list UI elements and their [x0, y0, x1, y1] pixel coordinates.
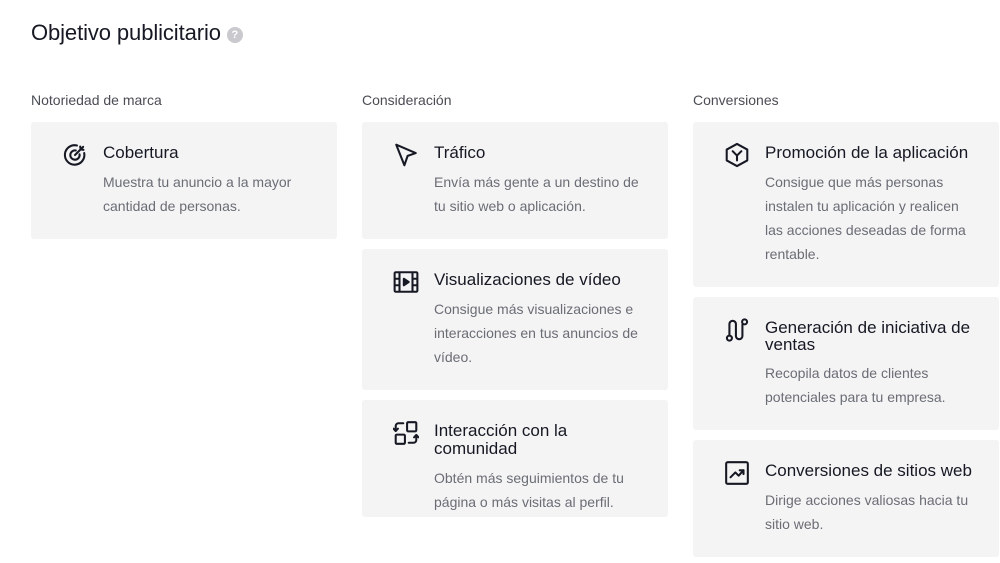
column-heading: Consideración	[362, 92, 452, 108]
card-title: Conversiones de sitios web	[765, 461, 972, 480]
card-description: Consigue más visualizaciones e interacci…	[434, 301, 638, 365]
card-description: Consigue que más personas instalen tu ap…	[765, 174, 966, 262]
card-description: Envía más gente a un destino de tu sitio…	[434, 174, 639, 214]
card-title: Generación de iniciativa de ventas	[765, 318, 971, 354]
page-header: Objetivo publicitario ?	[31, 20, 243, 46]
card-description: Recopila datos de clientes potenciales p…	[765, 365, 946, 405]
app-box-icon	[724, 142, 750, 168]
video-film-icon	[393, 269, 419, 295]
column-consideration: Consideración Tráfico Envía más gente a …	[362, 92, 668, 527]
objective-card-traffic[interactable]: Tráfico Envía más gente a un destino de …	[362, 122, 668, 239]
column-conversions: Conversiones Promoción de la aplicación …	[693, 92, 999, 563]
community-swap-icon	[393, 420, 419, 446]
objective-card-video-views[interactable]: Visualizaciones de vídeo Consigue más vi…	[362, 249, 668, 390]
card-title: Cobertura	[103, 143, 179, 162]
column-brand-awareness: Notoriedad de marca Cobertura Muestra tu…	[31, 92, 337, 249]
page-title: Objetivo publicitario	[31, 20, 221, 45]
trend-chart-icon	[724, 460, 750, 486]
card-title: Tráfico	[434, 143, 486, 162]
card-title: Visualizaciones de vídeo	[434, 270, 621, 289]
lead-path-icon	[724, 317, 750, 343]
card-title: Promoción de la aplicación	[765, 143, 969, 162]
target-icon	[62, 142, 88, 168]
column-heading: Notoriedad de marca	[31, 92, 162, 108]
card-description: Dirige acciones valiosas hacia tu sitio …	[765, 492, 969, 532]
objective-card-lead-generation[interactable]: Generación de iniciativa de ventas Recop…	[693, 297, 999, 430]
card-title: Interacción con la comunidad	[434, 421, 568, 458]
question-mark-icon[interactable]: ?	[226, 26, 243, 43]
objective-card-reach[interactable]: Cobertura Muestra tu anuncio a la mayor …	[31, 122, 337, 239]
objective-card-community-interaction[interactable]: Interacción con la comunidad Obtén más s…	[362, 400, 668, 517]
objective-card-app-promotion[interactable]: Promoción de la aplicación Consigue que …	[693, 122, 999, 287]
cursor-arrow-icon	[393, 142, 419, 168]
card-description: Muestra tu anuncio a la mayor cantidad d…	[103, 174, 292, 214]
objective-card-website-conversions[interactable]: Conversiones de sitios web Dirige accion…	[693, 440, 999, 557]
column-heading: Conversiones	[693, 92, 779, 108]
card-description: Obtén más seguimientos de tu página o má…	[434, 470, 624, 510]
